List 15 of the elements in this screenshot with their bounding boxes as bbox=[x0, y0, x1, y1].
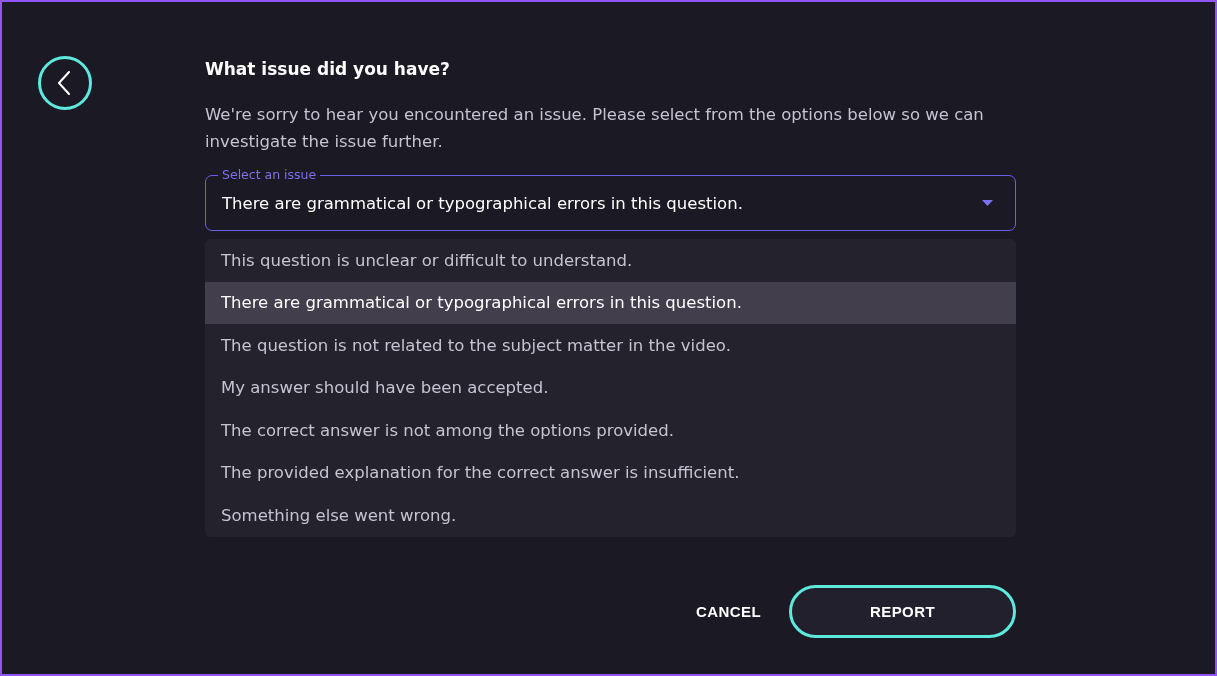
menu-option[interactable]: There are grammatical or typographical errors in this question. bbox=[205, 281, 1016, 324]
menu-option[interactable]: Something else went wrong. bbox=[205, 494, 1016, 537]
dialog-heading: What issue did you have? bbox=[205, 58, 451, 81]
menu-option[interactable]: The correct answer is not among the options provided. bbox=[205, 409, 1016, 452]
cancel-button[interactable]: CANCEL bbox=[696, 596, 761, 626]
menu-option[interactable]: The question is not related to the subject matter in the video. bbox=[205, 324, 1016, 367]
back-button[interactable] bbox=[38, 56, 92, 110]
menu-option[interactable]: This question is unclear or difficult to understand. bbox=[205, 239, 1016, 282]
caret-icon bbox=[982, 200, 993, 206]
report-button[interactable]: REPORT bbox=[789, 584, 1016, 638]
menu-option[interactable]: My answer should have been accepted. bbox=[205, 366, 1016, 409]
menu-option[interactable]: The provided explanation for the correct answer is insufficient. bbox=[205, 451, 1016, 494]
chevron-left-icon bbox=[58, 71, 70, 95]
description-text: We're sorry to hear you encountered an issue. Please select from the options below so we can investigate the issue further. bbox=[205, 104, 985, 153]
field-value: There are grammatical or typographical errors in this question. bbox=[222, 193, 743, 213]
